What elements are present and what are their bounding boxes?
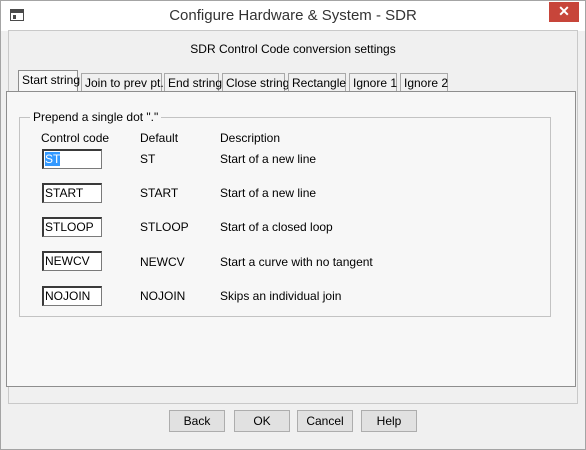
tab-close-string[interactable]: Close string (222, 73, 289, 91)
control-code-input-nojoin[interactable]: NOJOIN (42, 286, 102, 306)
ok-button[interactable]: OK (234, 410, 290, 432)
tab-label: Rectangle (292, 76, 347, 90)
tab-label: Ignore 1 (353, 76, 398, 90)
group-label: Prepend a single dot "." (30, 110, 162, 124)
description-text: Start of a new line (220, 152, 317, 166)
tab-join-to-prev-pt[interactable]: Join to prev pt. (81, 73, 164, 91)
tab-label: Ignore 2 (404, 76, 449, 90)
default-value: NEWCV (140, 255, 185, 269)
description-text: Start a curve with no tangent (220, 255, 373, 269)
description-text: Start of a new line (220, 186, 317, 200)
control-code-input-newcv[interactable]: NEWCV (42, 251, 102, 271)
close-button[interactable]: ✕ (549, 2, 579, 22)
tab-start-string[interactable]: Start string (18, 70, 81, 91)
description-text: Skips an individual join (220, 289, 342, 303)
tab-ignore-1[interactable]: Ignore 1 (349, 73, 397, 91)
col-header-default: Default (140, 131, 179, 145)
cancel-button[interactable]: Cancel (297, 410, 353, 432)
help-button[interactable]: Help (361, 410, 417, 432)
tab-label: Close string (226, 76, 290, 90)
default-value: NOJOIN (140, 289, 186, 303)
window-title: Configure Hardware & System - SDR (169, 7, 417, 24)
settings-heading: SDR Control Code conversion settings (190, 42, 396, 56)
tab-end-string[interactable]: End string (164, 73, 223, 91)
control-code-input-stloop[interactable]: STLOOP (42, 217, 102, 237)
tab-label: Start string (22, 73, 81, 87)
tab-rectangle[interactable]: Rectangle (288, 73, 346, 91)
default-value: START (140, 186, 179, 200)
title-bar[interactable]: Configure Hardware & System - SDR ✕ (1, 1, 585, 31)
default-value: ST (140, 152, 156, 166)
tab-ignore-2[interactable]: Ignore 2 (400, 73, 448, 91)
col-header-description: Description (220, 131, 281, 145)
default-value: STLOOP (140, 220, 189, 234)
col-header-control-code: Control code (41, 131, 110, 145)
selected-text: ST (45, 152, 61, 166)
control-code-input-start[interactable]: START (42, 183, 102, 203)
tab-label: Join to prev pt. (85, 76, 164, 90)
control-code-input-st[interactable]: ST (42, 149, 102, 169)
back-button[interactable]: Back (169, 410, 225, 432)
description-text: Start of a closed loop (220, 220, 333, 234)
tab-label: End string (168, 76, 223, 90)
